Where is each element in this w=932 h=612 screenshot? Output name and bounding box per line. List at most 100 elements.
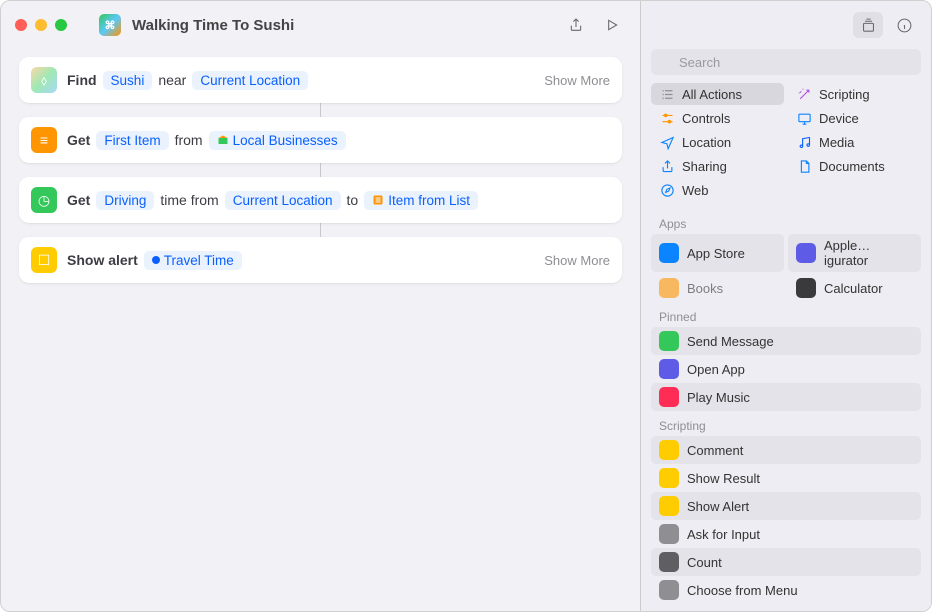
- action-token[interactable]: Local Businesses: [209, 131, 346, 150]
- action-token[interactable]: Current Location: [192, 71, 308, 90]
- list-item[interactable]: Apple…igurator: [788, 234, 921, 272]
- action-word: near: [158, 72, 186, 88]
- item-icon: [659, 524, 679, 544]
- item-label: Open App: [687, 362, 745, 377]
- item-label: Show Result: [687, 471, 760, 486]
- library-button[interactable]: [853, 12, 883, 38]
- action-token[interactable]: Driving: [96, 191, 154, 210]
- action-text: Get First Item from Local Businesses: [67, 131, 346, 150]
- action-word: time from: [160, 192, 218, 208]
- doc-icon: [796, 158, 812, 174]
- action-icon: ☐: [31, 247, 57, 273]
- item-label: Ask for Input: [687, 527, 760, 542]
- run-button[interactable]: [598, 12, 626, 38]
- action-verb: Find: [67, 72, 97, 88]
- list-item[interactable]: Count: [651, 548, 921, 576]
- item-label: Send Message: [687, 334, 774, 349]
- show-more-button[interactable]: Show More: [544, 73, 610, 88]
- window-title: Walking Time To Sushi: [132, 17, 294, 34]
- minimize-window-button[interactable]: [35, 19, 47, 31]
- action-verb: Get: [67, 192, 90, 208]
- item-label: Books: [687, 281, 723, 296]
- item-icon: [659, 468, 679, 488]
- item-icon: [659, 552, 679, 572]
- action-block[interactable]: ◷GetDrivingtime fromCurrent Locationto I…: [19, 177, 622, 223]
- list-item[interactable]: Open App: [651, 355, 921, 383]
- info-button[interactable]: [889, 12, 919, 38]
- category-device[interactable]: Device: [788, 107, 921, 129]
- item-label: Comment: [687, 443, 743, 458]
- action-token[interactable]: Sushi: [103, 71, 153, 90]
- show-more-button[interactable]: Show More: [544, 253, 610, 268]
- category-sharing[interactable]: Sharing: [651, 155, 784, 177]
- action-block[interactable]: ⬨ Find Sushi near Current Location Show More: [19, 57, 622, 103]
- list-item[interactable]: Show Result: [651, 464, 921, 492]
- wand-icon: [796, 86, 812, 102]
- search-input[interactable]: [651, 49, 921, 75]
- action-token[interactable]: Item from List: [364, 191, 478, 210]
- list3-icon: [659, 86, 675, 102]
- category-label: Web: [682, 183, 709, 198]
- action-token[interactable]: First Item: [96, 131, 168, 150]
- action-text: Find Sushi near Current Location: [67, 71, 308, 90]
- titlebar: ⌘ Walking Time To Sushi: [1, 1, 640, 49]
- list-item[interactable]: Send Message: [651, 327, 921, 355]
- action-text: Show alert Travel Time: [67, 251, 242, 270]
- info-icon: [896, 17, 913, 34]
- action-block[interactable]: ☐ Show alert Travel Time Show More: [19, 237, 622, 283]
- list-item[interactable]: App Store: [651, 234, 784, 272]
- share-icon: [659, 158, 675, 174]
- close-window-button[interactable]: [15, 19, 27, 31]
- category-media[interactable]: Media: [788, 131, 921, 153]
- item-icon: [796, 278, 816, 298]
- category-label: Location: [682, 135, 731, 150]
- item-icon: [659, 496, 679, 516]
- category-documents[interactable]: Documents: [788, 155, 921, 177]
- list-item[interactable]: Books: [651, 274, 784, 302]
- category-location[interactable]: Location: [651, 131, 784, 153]
- share-button[interactable]: [562, 12, 590, 38]
- search-wrap: [641, 49, 931, 83]
- main-pane: ⌘ Walking Time To Sushi ⬨ Find Sushi near Cu…: [1, 1, 641, 611]
- item-label: Choose from Menu: [687, 583, 798, 598]
- category-scripting[interactable]: Scripting: [788, 83, 921, 105]
- action-icon: ◷: [31, 187, 57, 213]
- action-word: from: [175, 132, 203, 148]
- category-web[interactable]: Web: [651, 179, 784, 201]
- item-icon: [659, 359, 679, 379]
- item-icon: [659, 387, 679, 407]
- action-icon: ⬨: [31, 67, 57, 93]
- list-item[interactable]: Show Alert: [651, 492, 921, 520]
- action-block[interactable]: ≡ Get First Item from Local Businesses: [19, 117, 622, 163]
- category-controls[interactable]: Controls: [651, 107, 784, 129]
- action-verb: Get: [67, 132, 90, 148]
- action-icon: ≡: [31, 127, 57, 153]
- section-pinned-label: Pinned: [641, 302, 931, 327]
- category-label: Device: [819, 111, 859, 126]
- action-token[interactable]: Current Location: [225, 191, 341, 210]
- section-apps-label: Apps: [641, 209, 931, 234]
- library-icon: [860, 17, 877, 34]
- workflow-canvas[interactable]: ⬨ Find Sushi near Current Location Show More ≡…: [1, 49, 640, 301]
- zoom-window-button[interactable]: [55, 19, 67, 31]
- category-label: Controls: [682, 111, 730, 126]
- nav-icon: [659, 134, 675, 150]
- item-label: Show Alert: [687, 499, 749, 514]
- action-verb: Show alert: [67, 252, 138, 268]
- list-item[interactable]: Ask for Input: [651, 520, 921, 548]
- sidebar-toolbar: [641, 1, 931, 49]
- play-icon: [604, 17, 620, 33]
- list-item[interactable]: Play Music: [651, 383, 921, 411]
- list-item[interactable]: Calculator: [788, 274, 921, 302]
- action-text: GetDrivingtime fromCurrent Locationto It…: [67, 191, 478, 210]
- slider-icon: [659, 110, 675, 126]
- music-icon: [796, 134, 812, 150]
- item-label: Calculator: [824, 281, 883, 296]
- item-icon: [659, 278, 679, 298]
- list-item[interactable]: Choose from Menu: [651, 576, 921, 604]
- action-token[interactable]: Travel Time: [144, 251, 242, 270]
- list-item[interactable]: Comment: [651, 436, 921, 464]
- item-label: Apple…igurator: [824, 238, 913, 268]
- item-icon: [659, 440, 679, 460]
- category-all-actions[interactable]: All Actions: [651, 83, 784, 105]
